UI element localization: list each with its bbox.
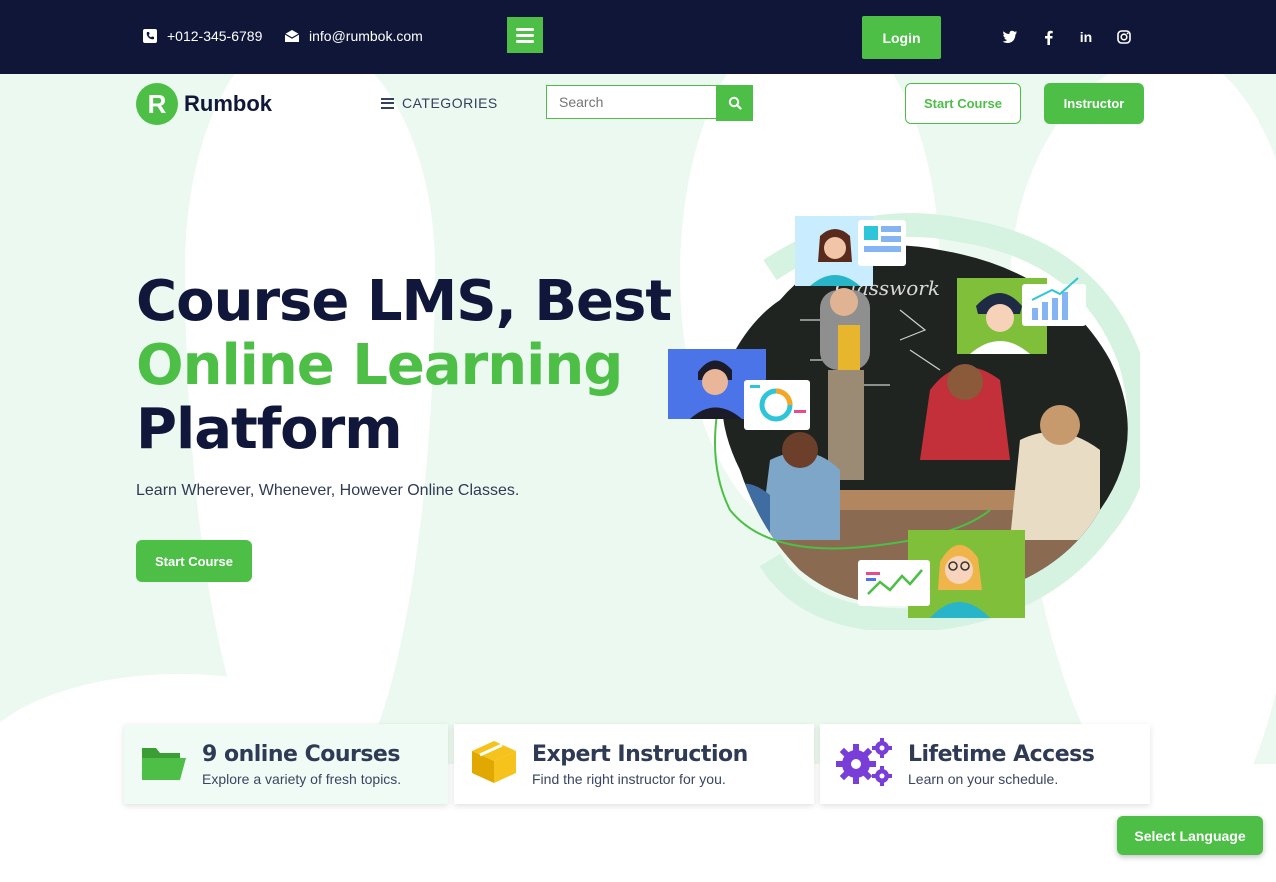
hero-title-line1: Course LMS, Best xyxy=(136,269,672,334)
email-contact[interactable]: info@rumbok.com xyxy=(284,28,423,44)
menu-toggle-button[interactable] xyxy=(507,17,543,53)
search-input[interactable] xyxy=(546,85,716,119)
facebook-icon[interactable] xyxy=(1038,27,1058,47)
start-course-header-button[interactable]: Start Course xyxy=(905,83,1021,124)
hero-start-course-button[interactable]: Start Course xyxy=(136,540,252,582)
email-icon xyxy=(284,28,300,44)
feature-card-instruction: Expert Instruction Find the right instru… xyxy=(454,724,814,804)
instructor-button[interactable]: Instructor xyxy=(1044,83,1144,124)
twitter-icon[interactable] xyxy=(1000,27,1020,47)
list-icon xyxy=(381,97,394,109)
select-language-button[interactable]: Select Language xyxy=(1117,816,1263,855)
feature-card-courses: 9 online Courses Explore a variety of fr… xyxy=(124,724,448,804)
feature-title: 9 online Courses xyxy=(202,741,400,767)
instagram-icon[interactable] xyxy=(1114,27,1134,47)
hero-title: Course LMS, Best Online Learning Platfor… xyxy=(136,269,672,462)
phone-contact[interactable]: +012-345-6789 xyxy=(142,28,262,44)
search-bar xyxy=(546,85,754,121)
search-button[interactable] xyxy=(716,85,753,121)
logo-text: Rumbok xyxy=(184,91,272,116)
email-address: info@rumbok.com xyxy=(309,28,423,44)
box-icon xyxy=(470,739,518,790)
feature-description: Find the right instructor for you. xyxy=(532,770,726,787)
phone-number: +012-345-6789 xyxy=(167,28,263,44)
feature-title: Lifetime Access xyxy=(908,741,1095,767)
top-bar: +012-345-6789 info@rumbok.com Login in xyxy=(0,0,1276,74)
phone-icon xyxy=(142,28,158,44)
categories-label: CATEGORIES xyxy=(402,95,498,111)
hero-title-line3: Platform xyxy=(136,397,403,462)
login-button[interactable]: Login xyxy=(862,16,941,59)
feature-description: Learn on your schedule. xyxy=(908,770,1059,787)
logo-mark-icon: R xyxy=(136,83,178,125)
folder-icon xyxy=(140,742,188,787)
linkedin-icon[interactable]: in xyxy=(1076,27,1096,47)
categories-menu[interactable]: CATEGORIES xyxy=(381,95,498,111)
feature-card-access: Lifetime Access Learn on your schedule. xyxy=(820,724,1150,804)
hero-subtitle: Learn Wherever, Whenever, However Online… xyxy=(136,482,520,499)
logo[interactable]: R Rumbok xyxy=(136,83,272,125)
gears-icon xyxy=(836,737,894,791)
hero-title-line2: Online Learning xyxy=(136,333,623,398)
feature-title: Expert Instruction xyxy=(532,741,748,767)
hero-illustration: Classwork xyxy=(660,210,1152,633)
hamburger-icon xyxy=(516,27,534,31)
search-icon xyxy=(728,96,742,110)
feature-description: Explore a variety of fresh topics. xyxy=(202,770,402,787)
features-strip: 9 online Courses Explore a variety of fr… xyxy=(124,724,1150,808)
